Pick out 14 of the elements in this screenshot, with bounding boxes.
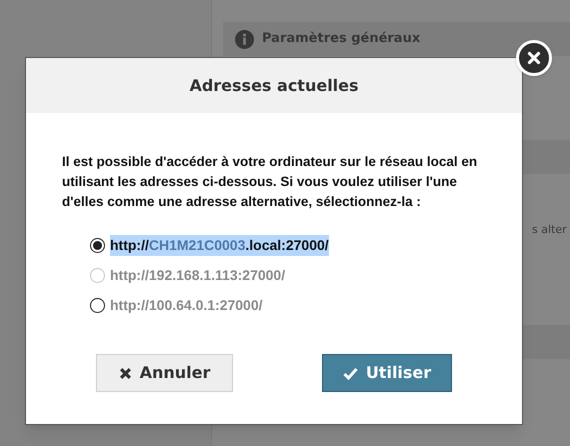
radio-button[interactable]: [90, 298, 105, 313]
close-icon: [527, 51, 541, 65]
dialog-title: Adresses actuelles: [189, 74, 359, 96]
info-icon: [235, 30, 254, 48]
address-option[interactable]: http://CH1M21C0003.local:27000/: [110, 235, 329, 256]
check-icon: [342, 366, 358, 380]
dialog-message: Il est possible d'accéder à votre ordinateur sur le réseau local en utilisant les adresses ci-dessous. Si vous voulez utiliser l'une d'elles comme une adresse alternative, sélectionnez-la :: [62, 153, 478, 211]
section-title: Paramètres généraux: [262, 30, 420, 48]
cancel-button[interactable]: Annuler: [96, 354, 233, 392]
use-button[interactable]: Utiliser: [322, 354, 452, 392]
partial-text: s alter: [532, 222, 567, 238]
close-icon: [118, 366, 132, 380]
address-option[interactable]: http://100.64.0.1:27000/: [110, 295, 263, 316]
radio-button[interactable]: [90, 238, 105, 253]
